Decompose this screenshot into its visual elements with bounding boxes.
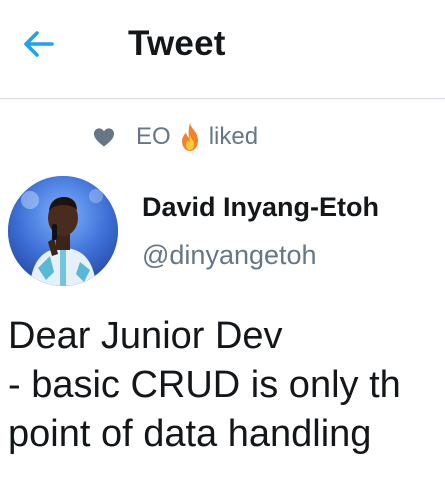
tweet-text: Dear Junior Dev - basic CRUD is only th …	[8, 312, 445, 459]
liker-name: EO	[136, 123, 171, 150]
tweet-text-line: - basic CRUD is only th	[8, 364, 401, 406]
fire-emoji-icon	[181, 123, 198, 151]
author-name[interactable]: David Inyang-Etoh	[142, 192, 379, 223]
social-context-action: liked	[208, 123, 259, 150]
author-handle[interactable]: @dinyangetoh	[142, 240, 317, 271]
heart-icon	[94, 128, 114, 147]
page-title: Tweet	[128, 24, 226, 63]
profile-photo	[8, 176, 118, 286]
back-button[interactable]	[18, 24, 58, 64]
tweet-detail-screen: Tweet EO liked David Inyang-Etoh @dinyan…	[0, 0, 445, 477]
arrow-left-icon	[24, 31, 54, 57]
tweet-text-line: Dear Junior Dev	[8, 315, 283, 357]
top-app-bar: Tweet	[0, 0, 445, 99]
avatar[interactable]	[8, 176, 118, 286]
social-context[interactable]: EO liked	[92, 122, 258, 152]
tweet-text-line: point of data handling	[8, 413, 372, 455]
